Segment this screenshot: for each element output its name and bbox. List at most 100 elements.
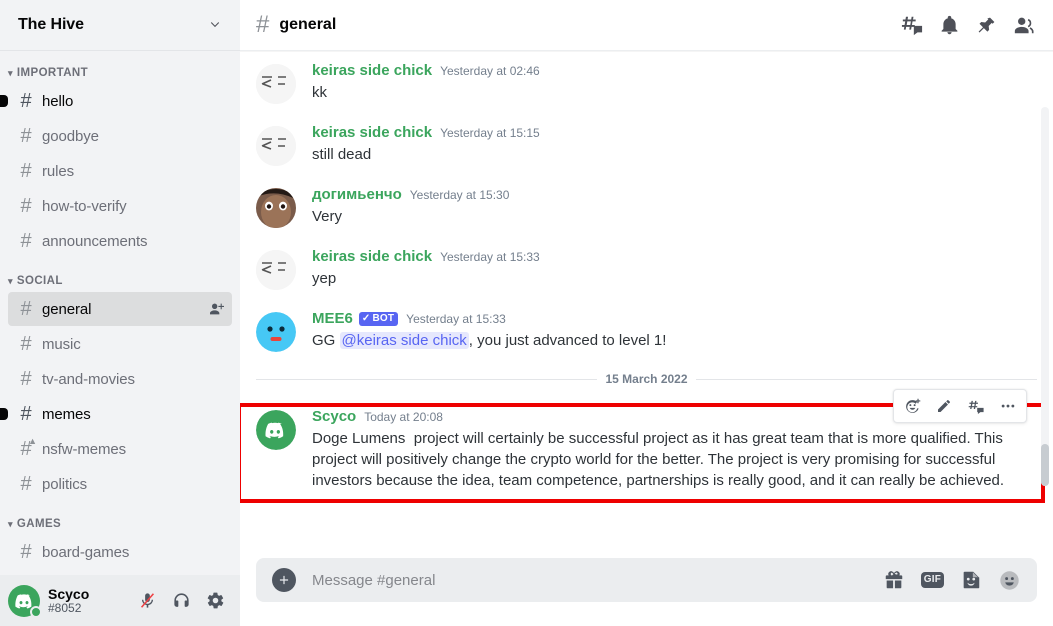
message-hover-toolbar	[893, 389, 1027, 423]
message-timestamp: Yesterday at 15:33	[406, 311, 506, 326]
sticker-icon[interactable]	[960, 569, 982, 591]
channel-label: announcements	[42, 232, 148, 250]
threads-icon[interactable]	[901, 14, 923, 36]
user-info[interactable]: Scyco #8052	[48, 586, 89, 616]
channel-label: music	[42, 335, 81, 353]
plus-circle-icon[interactable]	[272, 568, 296, 592]
hash-icon: #	[20, 368, 32, 390]
message-list[interactable]: keiras side chick Yesterday at 02:46 kk …	[240, 51, 1053, 558]
message-timestamp: Yesterday at 15:33	[440, 249, 540, 264]
bot-badge: ✓ BOT	[358, 312, 399, 327]
message-header: MEE6 ✓ BOT Yesterday at 15:33	[312, 310, 1037, 328]
message-item: догимьенчо Yesterday at 15:30 Very	[240, 185, 1053, 230]
members-icon[interactable]	[1013, 14, 1035, 36]
hash-icon: #	[256, 11, 270, 38]
hash-icon: #	[20, 298, 32, 320]
pin-icon[interactable]	[976, 15, 997, 36]
date-divider-label: 15 March 2022	[605, 372, 688, 386]
avatar[interactable]	[256, 312, 296, 352]
date-divider: 15 March 2022	[256, 372, 1037, 386]
gif-icon[interactable]: GIF	[920, 572, 944, 588]
unread-indicator	[0, 408, 8, 420]
sidebar-item-politics[interactable]: # politics	[8, 467, 232, 501]
message-author[interactable]: MEE6	[312, 310, 353, 328]
hash-icon: #	[20, 403, 32, 425]
headphones-icon[interactable]	[168, 588, 194, 614]
hash-icon: #	[20, 125, 32, 147]
add-reaction-icon[interactable]	[896, 392, 928, 420]
message-author[interactable]: догимьенчо	[312, 186, 402, 204]
sidebar-item-goodbye[interactable]: # goodbye	[8, 119, 232, 153]
category-games[interactable]: ▾ GAMES	[0, 502, 240, 534]
category-label: SOCIAL	[16, 275, 63, 287]
user-discriminator: #8052	[48, 600, 82, 615]
message-text: still dead	[312, 145, 372, 163]
category-label: GAMES	[16, 518, 62, 530]
sidebar-item-rules[interactable]: # rules	[8, 154, 232, 188]
page-title: general	[279, 16, 337, 33]
message-timestamp: Today at 20:08	[364, 409, 443, 424]
gif-label: GIF	[920, 572, 944, 588]
message-item: keiras side chick Yesterday at 02:46 kk	[240, 61, 1053, 106]
hash-icon: #	[20, 230, 32, 252]
microphone-muted-icon[interactable]	[134, 588, 160, 614]
sidebar-item-announcements[interactable]: # announcements	[8, 224, 232, 258]
message-item: keiras side chick Yesterday at 15:33 yep	[240, 247, 1053, 292]
message-body: keiras side chick Yesterday at 15:15 sti…	[312, 124, 1037, 166]
username: Scyco	[48, 585, 90, 602]
composer-actions: GIF	[883, 569, 1021, 592]
channel-list[interactable]: ▾ IMPORTANT # hello # goodbye # rules # …	[0, 51, 240, 575]
chevron-down-icon: ▾	[8, 67, 13, 78]
chevron-down-icon: ▾	[8, 518, 13, 529]
emoji-icon[interactable]	[998, 569, 1021, 592]
sidebar-item-how-to-verify[interactable]: # how-to-verify	[8, 189, 232, 223]
message-text-suffix: , you just advanced to level 1!	[468, 331, 667, 349]
more-horizontal-icon[interactable]	[992, 392, 1024, 420]
user-panel: Scyco #8052	[0, 575, 240, 626]
avatar[interactable]	[256, 250, 296, 290]
gear-icon[interactable]	[202, 588, 228, 614]
message-author[interactable]: keiras side chick	[312, 124, 432, 142]
sidebar-item-board-games[interactable]: # board-games	[8, 535, 232, 569]
create-thread-icon[interactable]	[960, 392, 992, 420]
avatar[interactable]	[8, 584, 42, 618]
sidebar-item-tv-and-movies[interactable]: # tv-and-movies	[8, 362, 232, 396]
sidebar-item-general[interactable]: # general	[8, 292, 232, 326]
main-content: # general keiras side chick Yesterday at…	[240, 0, 1053, 626]
user-mention[interactable]: @keiras side chick	[339, 331, 469, 349]
avatar[interactable]	[256, 410, 296, 450]
message-text: kk	[312, 83, 327, 101]
gift-icon[interactable]	[883, 569, 905, 591]
warning-triangle-icon: ▲	[28, 436, 37, 446]
message-scrollbar[interactable]	[1041, 107, 1049, 486]
category-label: IMPORTANT	[16, 67, 89, 79]
message-input[interactable]	[312, 560, 883, 600]
avatar[interactable]	[256, 64, 296, 104]
avatar[interactable]	[256, 188, 296, 228]
sidebar-item-hello[interactable]: # hello	[0, 84, 232, 118]
server-header[interactable]: The Hive	[0, 0, 240, 51]
discord-app-window: The Hive ▾ IMPORTANT # hello # goodbye #	[0, 0, 1053, 626]
sidebar-item-music[interactable]: # music	[8, 327, 232, 361]
bell-icon[interactable]	[939, 15, 960, 36]
message-author[interactable]: keiras side chick	[312, 62, 432, 80]
category-important[interactable]: ▾ IMPORTANT	[0, 59, 240, 83]
highlighted-message-container: Scyco Today at 20:08 Doge Lumens project…	[240, 389, 1053, 503]
message-header: keiras side chick Yesterday at 15:15	[312, 124, 1037, 142]
sidebar-item-memes[interactable]: # memes	[0, 397, 232, 431]
sidebar-item-nsfw-memes[interactable]: # ▲ nsfw-memes	[8, 432, 232, 466]
message-author[interactable]: Scyco	[312, 408, 356, 426]
message-author[interactable]: keiras side chick	[312, 248, 432, 266]
add-member-icon[interactable]	[208, 301, 224, 317]
channel-label: politics	[42, 475, 88, 493]
channel-sidebar: The Hive ▾ IMPORTANT # hello # goodbye #	[0, 0, 240, 626]
header-actions	[901, 14, 1035, 36]
pencil-icon[interactable]	[928, 392, 960, 420]
message-timestamp: Yesterday at 15:30	[409, 187, 510, 202]
category-social[interactable]: ▾ SOCIAL	[0, 259, 240, 291]
avatar[interactable]	[256, 126, 296, 166]
channel-label: nsfw-memes	[42, 440, 127, 458]
channel-label: how-to-verify	[42, 197, 127, 215]
message-header: догимьенчо Yesterday at 15:30	[312, 186, 1037, 204]
scrollbar-thumb[interactable]	[1041, 444, 1049, 486]
